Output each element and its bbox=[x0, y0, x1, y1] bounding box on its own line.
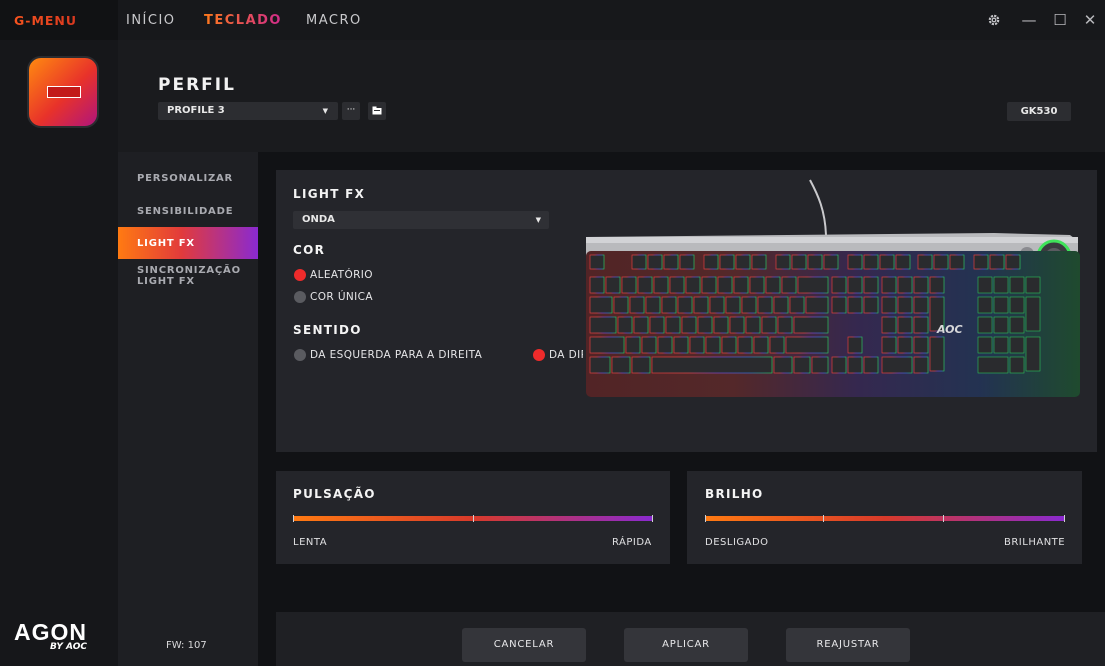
slider-tick bbox=[1064, 515, 1065, 522]
radio-esquerda-direita[interactable]: DA ESQUERDA PARA A DIREITA bbox=[294, 349, 482, 361]
radio-direita-esquerda[interactable]: DA DIR bbox=[533, 349, 583, 361]
more-options-button[interactable]: ··· bbox=[342, 102, 360, 120]
firmware-version: FW: 107 bbox=[166, 640, 207, 651]
slider-tick bbox=[943, 515, 944, 522]
gear-icon[interactable] bbox=[984, 10, 1004, 30]
radio-dot-icon bbox=[533, 349, 545, 361]
minimize-icon[interactable]: — bbox=[1019, 10, 1039, 30]
pulsacao-slider[interactable] bbox=[293, 515, 653, 522]
sidebar-item-light-fx[interactable]: LIGHT FX bbox=[137, 238, 195, 249]
radio-cor-unica-label: COR ÚNICA bbox=[310, 291, 373, 303]
tab-macro[interactable]: MACRO bbox=[306, 0, 362, 40]
sidebar-item-personalizar[interactable]: PERSONALIZAR bbox=[137, 173, 233, 184]
pulsacao-title: PULSAÇÃO bbox=[293, 487, 376, 501]
avatar-badge-icon bbox=[47, 86, 81, 98]
radio-esquerda-direita-label: DA ESQUERDA PARA A DIREITA bbox=[310, 349, 483, 361]
left-column bbox=[0, 40, 118, 666]
pulsacao-min-label: LENTA bbox=[293, 537, 328, 548]
radio-aleatorio-label: ALEATÓRIO bbox=[310, 269, 373, 281]
lightfx-title: LIGHT FX bbox=[293, 187, 366, 201]
radio-dot-icon bbox=[294, 269, 306, 281]
chevron-down-icon: ▼ bbox=[535, 216, 541, 224]
agon-logo-main: AGON bbox=[14, 619, 87, 645]
radio-direita-esquerda-label: DA DIR bbox=[549, 349, 583, 361]
radio-aleatorio[interactable]: ALEATÓRIO bbox=[294, 269, 373, 281]
brilho-max-label: BRILHANTE bbox=[1004, 537, 1066, 548]
slider-tick bbox=[293, 515, 294, 522]
profile-folder-button[interactable] bbox=[368, 102, 386, 120]
effect-dropdown-value: ONDA bbox=[302, 214, 335, 225]
sentido-title: SENTIDO bbox=[293, 323, 362, 337]
tab-inicio[interactable]: INÍCIO bbox=[126, 0, 176, 40]
app-brand: G-MENU bbox=[0, 0, 118, 40]
brilho-slider-handle[interactable] bbox=[823, 515, 824, 522]
agon-logo: AGON BY AOC bbox=[14, 619, 87, 653]
slider-tick bbox=[652, 515, 653, 522]
pulsacao-slider-handle[interactable] bbox=[473, 515, 474, 522]
radio-dot-icon bbox=[294, 291, 306, 303]
reset-button[interactable]: REAJUSTAR bbox=[786, 628, 910, 662]
keyboard-brand-logo: AOC bbox=[936, 323, 963, 336]
cor-title: COR bbox=[293, 243, 326, 257]
effect-dropdown[interactable]: ONDA ▼ bbox=[293, 211, 549, 229]
slider-tick bbox=[705, 515, 706, 522]
folder-icon bbox=[372, 106, 382, 115]
brilho-min-label: DESLIGADO bbox=[705, 537, 769, 548]
keyboard-model-badge[interactable]: GK530 bbox=[1007, 102, 1071, 121]
radio-dot-icon bbox=[294, 349, 306, 361]
maximize-icon[interactable]: ☐ bbox=[1050, 10, 1070, 30]
close-icon[interactable]: ✕ bbox=[1080, 10, 1100, 30]
keyboard-preview-image: AOC bbox=[582, 175, 1082, 405]
apply-button[interactable]: APLICAR bbox=[624, 628, 748, 662]
brilho-title: BRILHO bbox=[705, 487, 764, 501]
profile-dropdown-value: PROFILE 3 bbox=[167, 105, 225, 116]
chevron-down-icon: ▼ bbox=[322, 107, 328, 115]
tab-teclado[interactable]: TECLADO bbox=[204, 0, 282, 40]
brilho-slider[interactable] bbox=[705, 515, 1065, 522]
sidebar-item-sincronizacao[interactable]: SINCRONIZAÇÃO LIGHT FX bbox=[137, 265, 241, 287]
sidebar-item-sensibilidade[interactable]: SENSIBILIDADE bbox=[137, 206, 233, 217]
pulsacao-max-label: RÁPIDA bbox=[612, 537, 652, 548]
profile-avatar[interactable] bbox=[27, 56, 99, 128]
profile-dropdown[interactable]: PROFILE 3 ▼ bbox=[158, 102, 338, 120]
profile-bar bbox=[118, 40, 1105, 152]
cancel-button[interactable]: CANCELAR bbox=[462, 628, 586, 662]
radio-cor-unica[interactable]: COR ÚNICA bbox=[294, 291, 373, 303]
profile-title: PERFIL bbox=[158, 75, 236, 95]
